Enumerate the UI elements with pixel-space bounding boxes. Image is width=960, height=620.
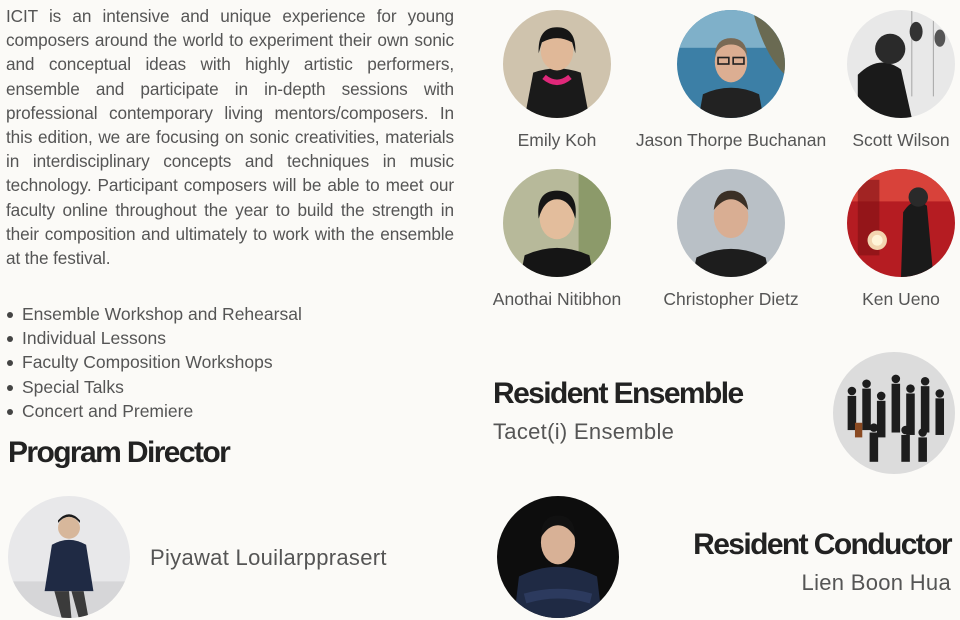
faculty-name: Anothai Nitibhon: [492, 289, 622, 309]
resident-ensemble-name: Tacet(i) Ensemble: [493, 419, 675, 444]
feature-list: Ensemble Workshop and Rehearsal Individu…: [4, 302, 302, 423]
faculty-name: Scott Wilson: [852, 130, 950, 150]
resident-ensemble-photo: [833, 352, 955, 474]
faculty-name: Ken Ueno: [862, 289, 940, 309]
program-director-name: Piyawat Louilarpprasert: [150, 545, 387, 570]
feature-item: Special Talks: [4, 375, 302, 399]
faculty-photo-ken-ueno: [847, 169, 955, 277]
faculty-photo-jason-thorpe-buchanan: [677, 10, 785, 118]
feature-item: Concert and Premiere: [4, 399, 302, 423]
feature-item: Individual Lessons: [4, 326, 302, 350]
intro-paragraph: ICIT is an intensive and unique experien…: [6, 6, 454, 269]
feature-item: Ensemble Workshop and Rehearsal: [4, 302, 302, 326]
resident-conductor-photo: [497, 496, 619, 618]
faculty-photo-emily-koh: [503, 10, 611, 118]
faculty-photo-scott-wilson: [847, 10, 955, 118]
program-director-photo: [8, 496, 130, 618]
faculty-name: Emily Koh: [517, 130, 597, 150]
faculty-name: Jason Thorpe Buchanan: [635, 130, 827, 150]
faculty-photo-christopher-dietz: [677, 169, 785, 277]
faculty-name: Christopher Dietz: [663, 289, 799, 309]
resident-ensemble-heading: Resident Ensemble: [493, 377, 744, 410]
feature-item: Faculty Composition Workshops: [4, 350, 302, 374]
program-director-heading: Program Director: [8, 436, 231, 469]
faculty-photo-anothai-nitibhon: [503, 169, 611, 277]
resident-conductor-heading: Resident Conductor: [693, 528, 952, 561]
resident-conductor-name: Lien Boon Hua: [801, 570, 951, 595]
